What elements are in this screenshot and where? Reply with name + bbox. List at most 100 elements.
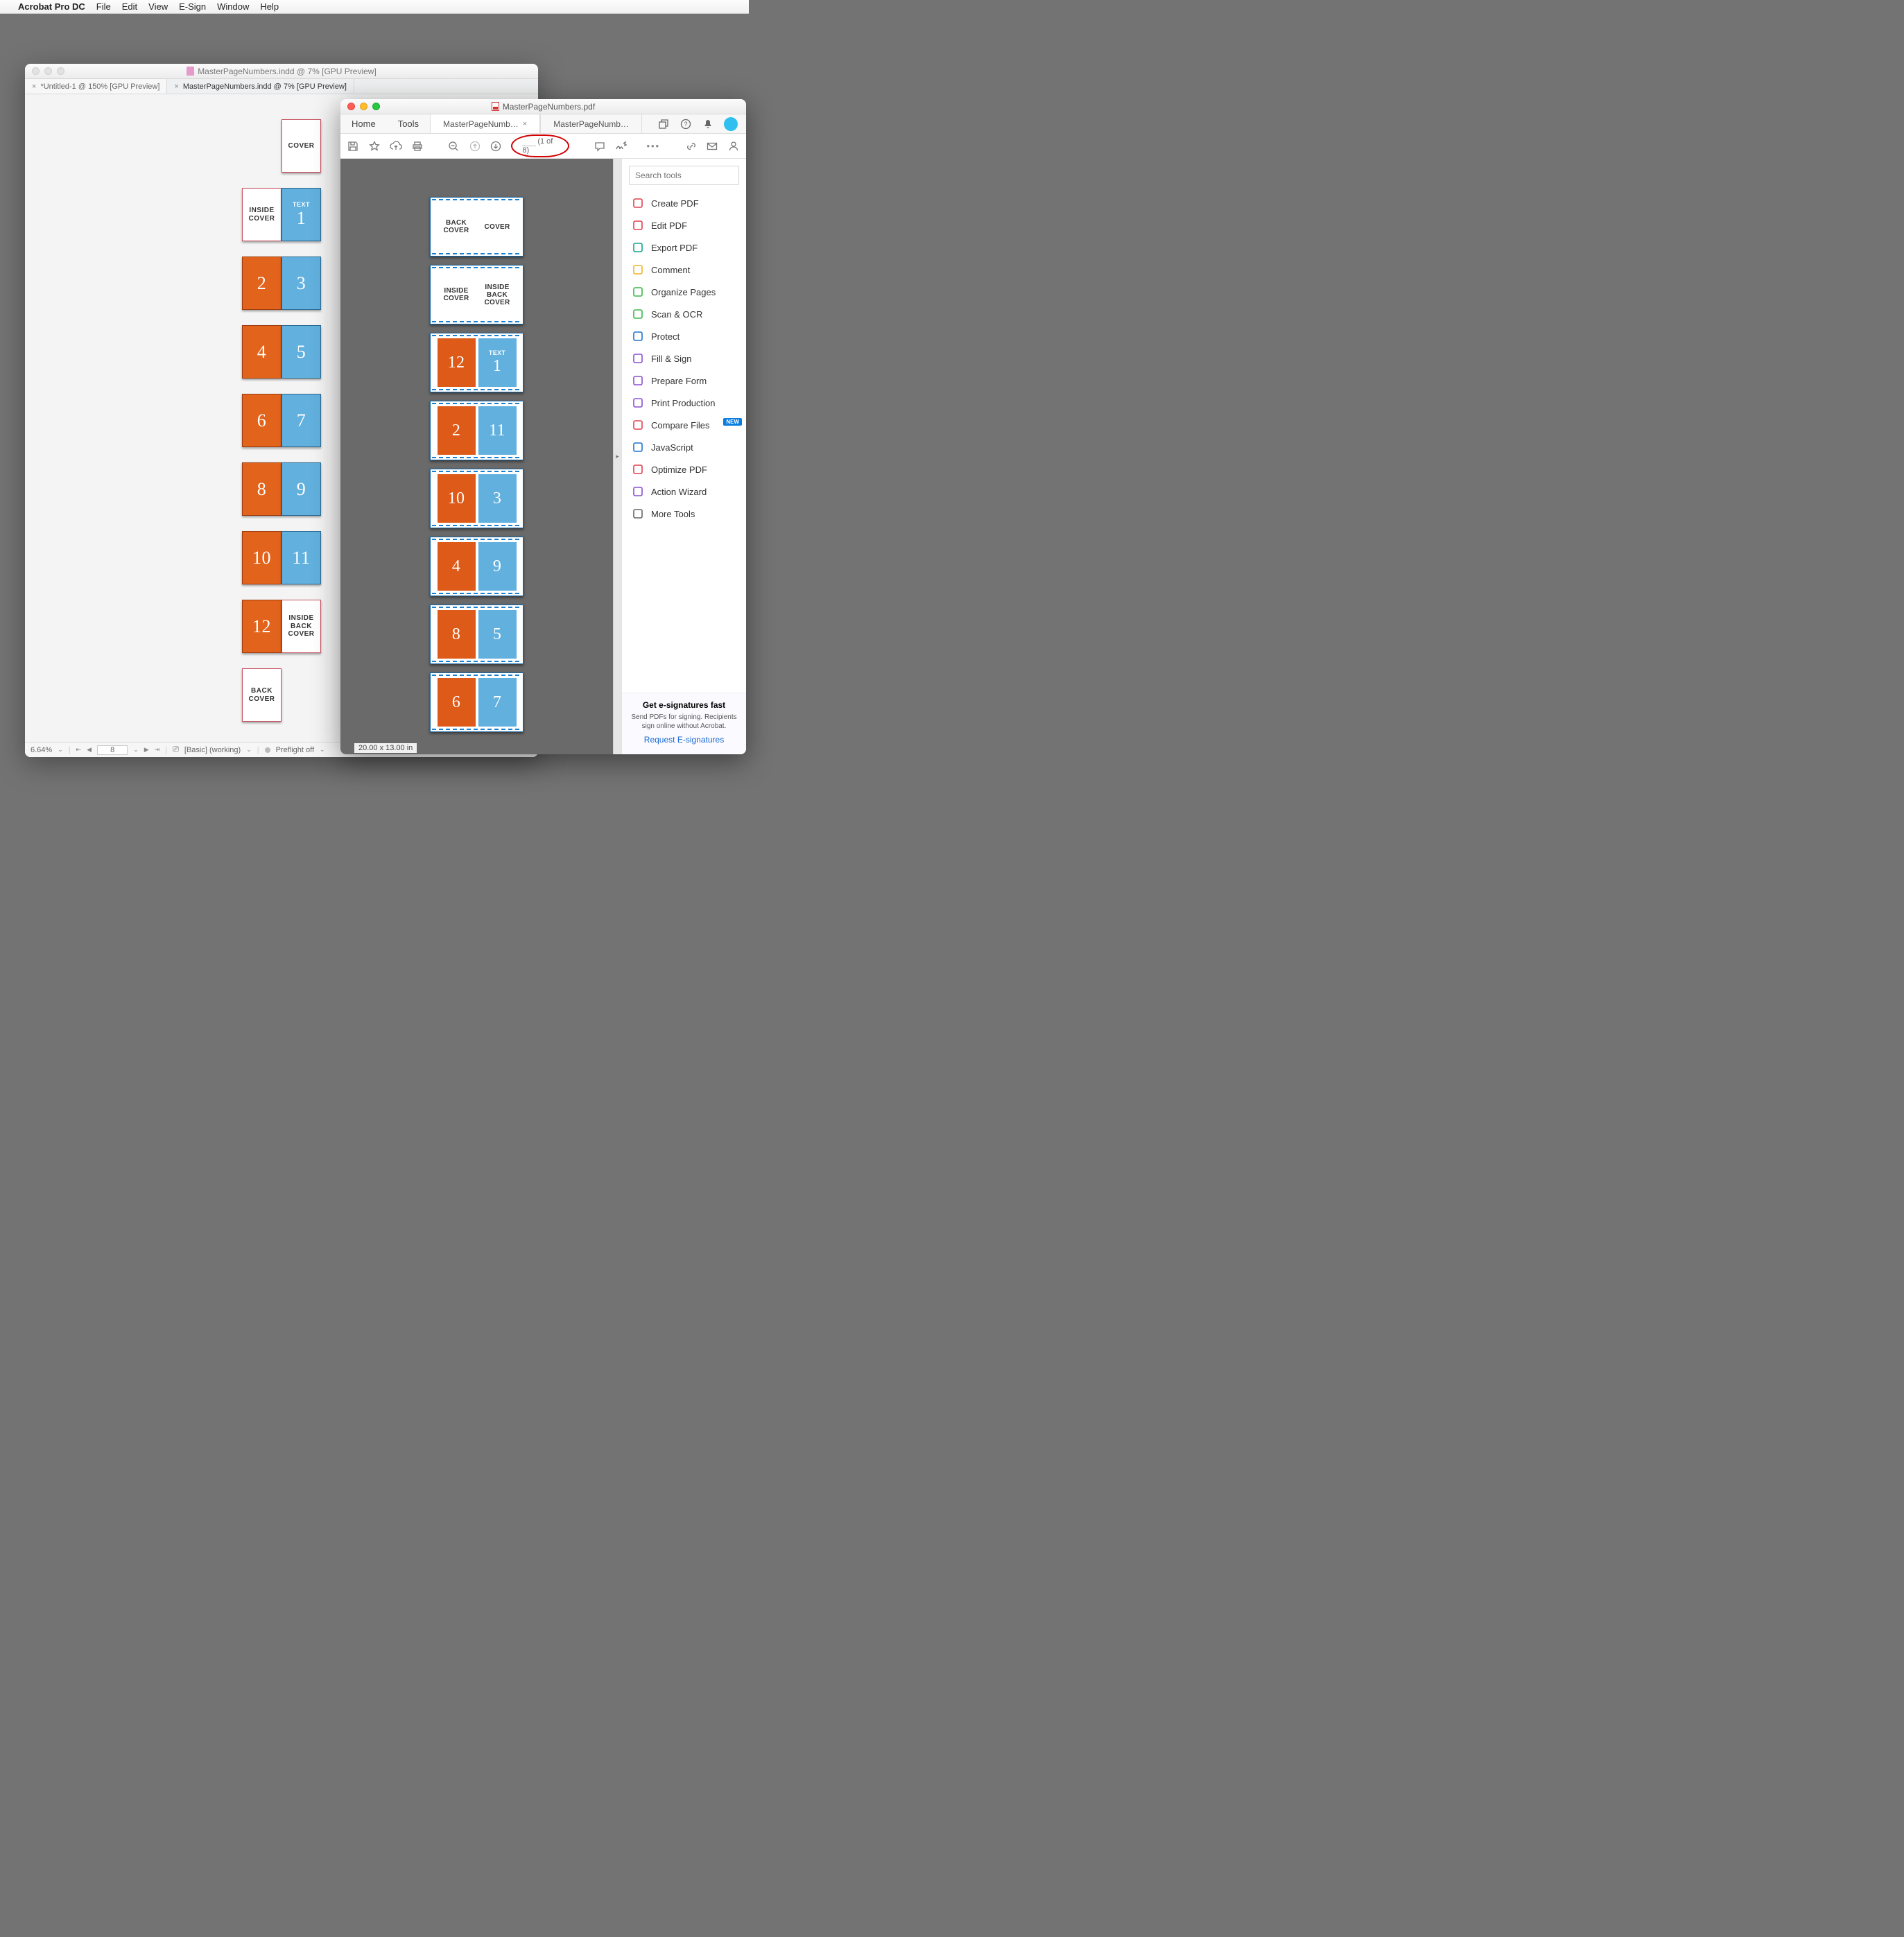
account-avatar[interactable] — [724, 117, 738, 131]
star-icon[interactable] — [369, 140, 381, 153]
print-icon[interactable] — [412, 140, 424, 153]
page-number-input[interactable] — [522, 137, 536, 146]
person-icon[interactable] — [727, 140, 739, 153]
gpu-icon[interactable]: ⎚ — [173, 745, 179, 754]
page-thumb[interactable]: BACK COVER — [242, 668, 282, 722]
tool-item-optimize-pdf[interactable]: Optimize PDF — [622, 458, 746, 480]
bell-icon[interactable] — [702, 118, 714, 130]
chevron-down-icon[interactable]: ⌄ — [133, 746, 139, 754]
spread[interactable]: INSIDE COVERTEXT1 — [242, 188, 321, 241]
home-button[interactable]: Home — [340, 114, 387, 133]
menu-view[interactable]: View — [148, 1, 168, 12]
tool-item-compare-files[interactable]: Compare FilesNEW — [622, 414, 746, 436]
page-thumb[interactable]: COVER — [282, 119, 321, 173]
page-thumb[interactable]: 10 — [242, 531, 282, 584]
promo-link[interactable]: Request E-signatures — [630, 735, 738, 745]
tool-item-create-pdf[interactable]: Create PDF — [622, 192, 746, 214]
menu-file[interactable]: File — [96, 1, 111, 12]
last-page-icon[interactable]: ⇥ — [155, 746, 160, 754]
zoom-level[interactable]: 6.64% — [31, 746, 52, 754]
pdf-page[interactable]: INSIDE COVERINSIDE BACK COVER — [430, 265, 523, 324]
page-thumb[interactable]: TEXT1 — [282, 188, 321, 241]
acrobat-doc-tab[interactable]: MasterPageNumb… × — [430, 114, 540, 133]
save-icon[interactable] — [347, 140, 359, 153]
tool-item-print-production[interactable]: Print Production — [622, 392, 746, 414]
indesign-titlebar[interactable]: MasterPageNumbers.indd @ 7% [GPU Preview… — [25, 64, 538, 79]
indesign-tab-masterpagenumbers[interactable]: × MasterPageNumbers.indd @ 7% [GPU Previ… — [167, 79, 354, 94]
page-thumb[interactable]: 7 — [282, 394, 321, 447]
close-icon[interactable] — [347, 103, 355, 110]
tool-item-export-pdf[interactable]: Export PDF — [622, 236, 746, 259]
page-indicator[interactable]: (1 of 8) — [511, 134, 569, 157]
pdf-page[interactable]: 67 — [430, 672, 523, 732]
page-thumb[interactable]: 12 — [242, 600, 282, 653]
maximize-icon[interactable] — [372, 103, 380, 110]
page-number-field[interactable]: 8 — [97, 745, 128, 755]
tool-item-scan-ocr[interactable]: Scan & OCR — [622, 303, 746, 325]
preflight-status[interactable]: Preflight off — [276, 746, 314, 754]
tool-item-javascript[interactable]: JavaScript — [622, 436, 746, 458]
more-icon[interactable]: ••• — [647, 140, 659, 153]
page-up-icon[interactable] — [469, 140, 481, 153]
page-thumb[interactable]: 9 — [282, 462, 321, 516]
minimize-icon[interactable] — [44, 67, 52, 75]
next-page-icon[interactable]: ▶ — [144, 746, 149, 754]
tab-close-icon[interactable]: × — [523, 120, 527, 128]
menu-edit[interactable]: Edit — [122, 1, 137, 12]
spread[interactable]: 45 — [242, 325, 321, 379]
tool-item-prepare-form[interactable]: Prepare Form — [622, 370, 746, 392]
page-thumb[interactable]: 8 — [242, 462, 282, 516]
pdf-page[interactable]: 49 — [430, 537, 523, 596]
tool-item-protect[interactable]: Protect — [622, 325, 746, 347]
mail-icon[interactable] — [707, 140, 718, 153]
indesign-tab-untitled[interactable]: × *Untitled-1 @ 150% [GPU Preview] — [25, 79, 167, 94]
spread[interactable]: 12INSIDE BACK COVER — [242, 600, 321, 653]
menubar-app-name[interactable]: Acrobat Pro DC — [18, 1, 85, 12]
page-down-icon[interactable] — [490, 140, 502, 153]
close-icon[interactable] — [32, 67, 40, 75]
sign-icon[interactable] — [615, 140, 628, 153]
tool-item-comment[interactable]: Comment — [622, 259, 746, 281]
spread[interactable]: 67 — [242, 394, 321, 447]
pdf-page[interactable]: 103 — [430, 469, 523, 528]
tools-button[interactable]: Tools — [387, 114, 430, 133]
page-thumb[interactable]: 2 — [242, 257, 282, 310]
pdf-page[interactable]: 211 — [430, 401, 523, 460]
spread[interactable]: 1011 — [242, 531, 321, 584]
menu-window[interactable]: Window — [217, 1, 249, 12]
comment-icon[interactable] — [594, 140, 606, 153]
search-tools-input[interactable] — [629, 166, 739, 185]
menu-esign[interactable]: E-Sign — [179, 1, 206, 12]
pdf-page[interactable]: 85 — [430, 605, 523, 664]
prev-page-icon[interactable]: ◀ — [87, 746, 92, 754]
spread[interactable]: COVER — [282, 119, 321, 173]
page-thumb[interactable]: 6 — [242, 394, 282, 447]
acrobat-document-view[interactable]: BACK COVERCOVER INSIDE COVERINSIDE BACK C… — [340, 159, 613, 754]
page-thumb[interactable]: 11 — [282, 531, 321, 584]
page-thumb[interactable]: 4 — [242, 325, 282, 379]
page-thumb[interactable]: 3 — [282, 257, 321, 310]
menu-help[interactable]: Help — [260, 1, 279, 12]
tools-pane-collapse-icon[interactable]: ▸ — [613, 159, 621, 754]
tab-close-icon[interactable]: × — [32, 82, 36, 91]
help-icon[interactable]: ? — [680, 118, 692, 130]
workspace-menu[interactable]: [Basic] (working) — [184, 746, 241, 754]
minimize-icon[interactable] — [360, 103, 367, 110]
tool-item-organize-pages[interactable]: Organize Pages — [622, 281, 746, 303]
tool-item-action-wizard[interactable]: Action Wizard — [622, 480, 746, 503]
zoom-out-icon[interactable] — [448, 140, 460, 153]
spread[interactable]: BACK COVER — [242, 668, 282, 722]
share-icon[interactable] — [657, 118, 670, 130]
link-icon[interactable] — [685, 140, 697, 153]
first-page-icon[interactable]: ⇤ — [76, 746, 82, 754]
cloud-upload-icon[interactable] — [390, 140, 402, 153]
chevron-down-icon[interactable]: ⌄ — [246, 746, 252, 754]
maximize-icon[interactable] — [57, 67, 64, 75]
chevron-down-icon[interactable]: ⌄ — [58, 746, 63, 754]
chevron-down-icon[interactable]: ⌄ — [320, 746, 325, 754]
pdf-page[interactable]: BACK COVERCOVER — [430, 197, 523, 257]
acrobat-titlebar[interactable]: MasterPageNumbers.pdf — [340, 99, 746, 114]
tool-item-edit-pdf[interactable]: Edit PDF — [622, 214, 746, 236]
page-thumb[interactable]: INSIDE BACK COVER — [282, 600, 321, 653]
page-thumb[interactable]: INSIDE COVER — [242, 188, 282, 241]
